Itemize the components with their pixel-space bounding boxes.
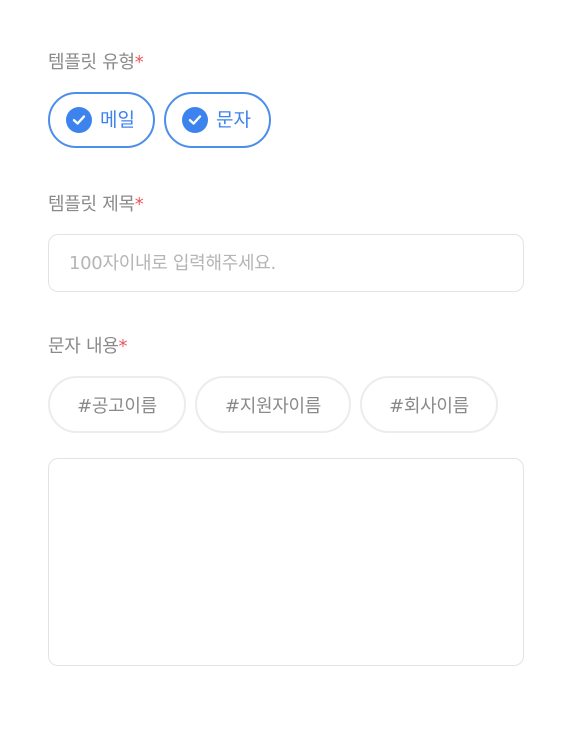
required-mark: * xyxy=(118,336,128,357)
type-option-sms[interactable]: 문자 xyxy=(164,92,271,148)
required-mark: * xyxy=(134,52,144,73)
template-title-input[interactable] xyxy=(48,234,524,292)
type-option-mail[interactable]: 메일 xyxy=(48,92,155,148)
template-title-label: 템플릿 제목* xyxy=(48,193,144,217)
type-option-sms-label: 문자 xyxy=(216,109,251,131)
tag-company-name[interactable]: #회사이름 xyxy=(360,376,498,433)
template-title-label-text: 템플릿 제목 xyxy=(48,194,135,215)
template-type-label: 템플릿 유형* xyxy=(48,51,144,75)
check-icon xyxy=(66,107,92,133)
check-icon xyxy=(182,107,208,133)
sms-content-textarea[interactable] xyxy=(48,458,524,666)
template-type-label-text: 템플릿 유형 xyxy=(48,52,135,73)
tag-applicant-name[interactable]: #지원자이름 xyxy=(195,376,351,433)
sms-content-label: 문자 내용* xyxy=(48,335,127,359)
tag-job-posting-name[interactable]: #공고이름 xyxy=(48,376,186,433)
sms-content-label-text: 문자 내용 xyxy=(48,336,119,357)
required-mark: * xyxy=(134,194,144,215)
type-option-mail-label: 메일 xyxy=(100,109,135,131)
